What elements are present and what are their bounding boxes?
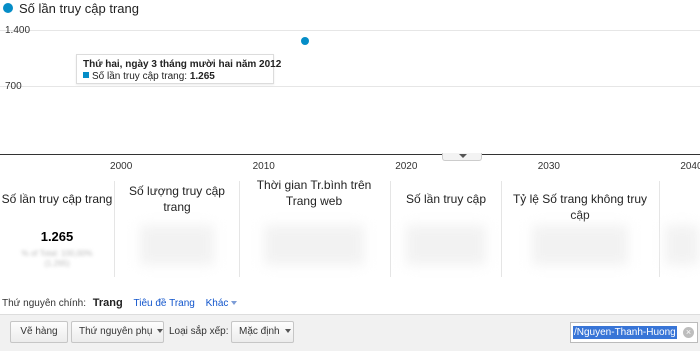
scorecard-value: 1.265 [40,229,74,244]
dimension-option-other[interactable]: Khác [206,298,238,309]
line-chart: 1.400 700 Thứ hai, ngày 3 tháng mười hai… [0,20,700,172]
data-point[interactable] [301,36,310,45]
clear-search-icon[interactable]: × [683,327,694,338]
plot-rows-button[interactable]: Vẽ hàng [10,321,68,343]
divider [114,181,115,277]
legend-dot-icon [3,3,13,13]
blurred-value [532,225,628,265]
plot-rows-label: Vẽ hàng [20,326,58,337]
blurred-value [406,225,486,265]
chart-header: Số lần truy cập trang [0,0,700,20]
x-tick-label: 2030 [537,161,560,172]
scorecard-title: Số lần truy cập trang [1,192,113,206]
scorecard-unique-pageviews[interactable]: Số lượng truy cập trang [116,175,238,283]
dimension-option-page-title[interactable]: Tiêu đề Trang [134,298,195,309]
secondary-dimension-dropdown[interactable]: Thứ nguyên phụ [71,321,164,343]
chevron-down-icon [157,329,164,333]
table-search-input[interactable]: /Nguyen-Thanh-Huong × [570,322,698,343]
scorecard-avg-time[interactable]: Thời gian Tr.bình trên Trang web [240,175,388,283]
tooltip-series-value: 1.265 [189,71,215,82]
primary-dimension-label: Thứ nguyên chính: [2,298,86,309]
x-tick-label: 2020 [395,161,418,172]
chart-collapse-toggle[interactable] [442,153,482,161]
scorecard-title: Số lần truy cập [405,192,487,206]
chart-tooltip: Thứ hai, ngày 3 tháng mười hai năm 2012 … [76,54,282,84]
x-axis-line [0,154,700,155]
x-tick-label: 2010 [252,161,275,172]
dimension-option-other-label: Khác [205,298,229,309]
dimension-option-page[interactable]: Trang [93,297,123,309]
table-toolbar: Vẽ hàng Thứ nguyên phụ Loại sắp xếp: Mặc… [0,314,700,351]
chevron-down-icon [459,154,467,158]
tooltip-swatch-icon [83,72,89,78]
search-value[interactable]: /Nguyen-Thanh-Huong [573,326,677,339]
primary-dimension-row: Thứ nguyên chính: Trang Tiêu đề Trang Kh… [2,297,238,310]
tooltip-series-label: Số lần truy cập trang: [92,71,188,82]
blurred-value [140,225,214,265]
y-tick-label: 1.400 [5,25,31,36]
x-tick-label: 2000 [110,161,133,172]
sort-type-dropdown[interactable]: Mặc định [231,321,294,343]
scorecard-next[interactable] [661,175,700,283]
sort-type-value: Mặc định [239,326,280,337]
tooltip-title: Thứ hai, ngày 3 tháng mười hai năm 2012 [83,59,282,70]
chevron-down-icon [284,329,291,333]
divider [390,181,391,277]
scorecard-title: Tỷ lệ Số trang không truy cập [512,192,648,222]
secondary-dimension-label: Thứ nguyên phụ [79,326,153,337]
scorecard-visits[interactable]: Số lần truy cập [392,175,500,283]
chevron-down-icon [231,301,238,305]
scorecard-subtext: % of Total: 100,00% (1.265) [21,249,93,268]
scorecard-pageviews[interactable]: Số lần truy cập trang 1.265 % of Total: … [0,175,114,283]
scorecard-title: Số lượng truy cập trang [129,184,225,214]
y-tick-label: 700 [5,81,22,92]
legend-label[interactable]: Số lần truy cập trang [19,1,139,16]
scorecard-bounce-rate[interactable]: Tỷ lệ Số trang không truy cập [502,175,658,283]
x-tick-label: 2040 [680,161,700,172]
blurred-value [264,225,364,265]
scorecard-title: Thời gian Tr.bình trên Trang web [256,178,372,208]
sort-type-label: Loại sắp xếp: [169,326,229,337]
gridline [0,86,700,87]
metric-scorecards: Số lần truy cập trang 1.265 % of Total: … [0,175,700,285]
tooltip-row: Số lần truy cập trang: 1.265 [83,71,267,83]
gridline [0,30,700,31]
divider [659,181,660,277]
blurred-value [665,225,699,265]
